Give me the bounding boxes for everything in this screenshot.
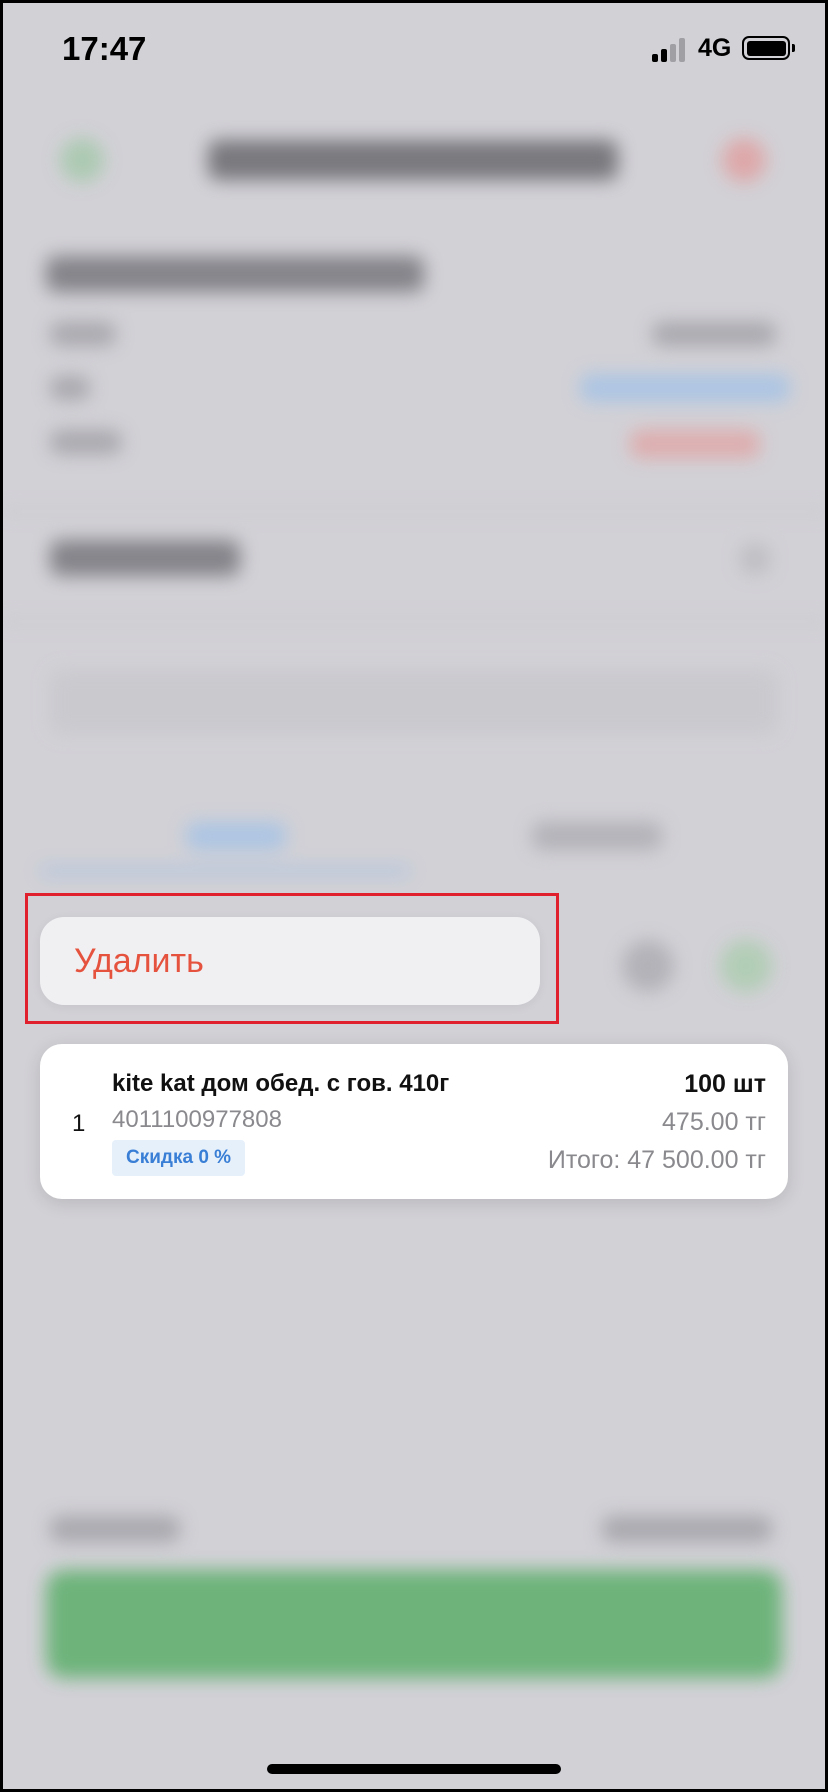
tab-inactive-blurred [532, 822, 662, 850]
divider-blurred-2 [0, 620, 828, 623]
status-bar: 17:47 4G [0, 0, 828, 100]
item-barcode: 4011100977808 [112, 1106, 282, 1133]
item-name: kite kat дом обед. с гов. 410г [112, 1070, 450, 1097]
item-price: 475.00 тг [662, 1108, 766, 1136]
tab-active-blurred [186, 822, 286, 850]
context-menu: Удалить [40, 917, 540, 1005]
info-value-1-blurred [652, 322, 776, 346]
search-field-blurred [50, 670, 778, 734]
header-action-blurred [722, 138, 766, 182]
item-index: 1 [72, 1110, 86, 1137]
info-label-3-blurred [50, 430, 122, 454]
row-action-1-blurred [622, 940, 674, 992]
info-value-2-blurred [580, 374, 790, 402]
info-label-2-blurred [50, 376, 90, 400]
delete-menu-item[interactable]: Удалить [40, 942, 204, 981]
info-value-3-blurred [630, 430, 760, 458]
row-action-2-blurred [720, 940, 772, 992]
subsection-heading-blurred [50, 540, 240, 576]
cellular-signal-icon [652, 38, 688, 62]
divider-blurred [0, 510, 828, 513]
section-heading-blurred [46, 256, 424, 292]
status-time: 17:47 [62, 30, 147, 67]
discount-badge: Скидка 0 % [112, 1140, 246, 1176]
footer-value-blurred [602, 1516, 772, 1542]
back-button-blurred [60, 138, 104, 182]
item-card-preview[interactable]: 1 kite kat дом обед. с гов. 410г 4011100… [40, 1044, 788, 1199]
network-type: 4G [698, 34, 732, 62]
header-title-blurred [208, 140, 618, 180]
footer-label-blurred [50, 1516, 180, 1542]
home-indicator[interactable] [267, 1764, 561, 1774]
tab-underline-blurred [40, 868, 410, 874]
battery-icon [742, 36, 795, 60]
subsection-chevron-blurred [740, 544, 770, 574]
info-label-1-blurred [50, 322, 116, 346]
item-quantity: 100 шт [684, 1070, 766, 1098]
item-total: Итого: 47 500.00 тг [547, 1146, 766, 1174]
primary-action-button-blurred [46, 1570, 782, 1678]
